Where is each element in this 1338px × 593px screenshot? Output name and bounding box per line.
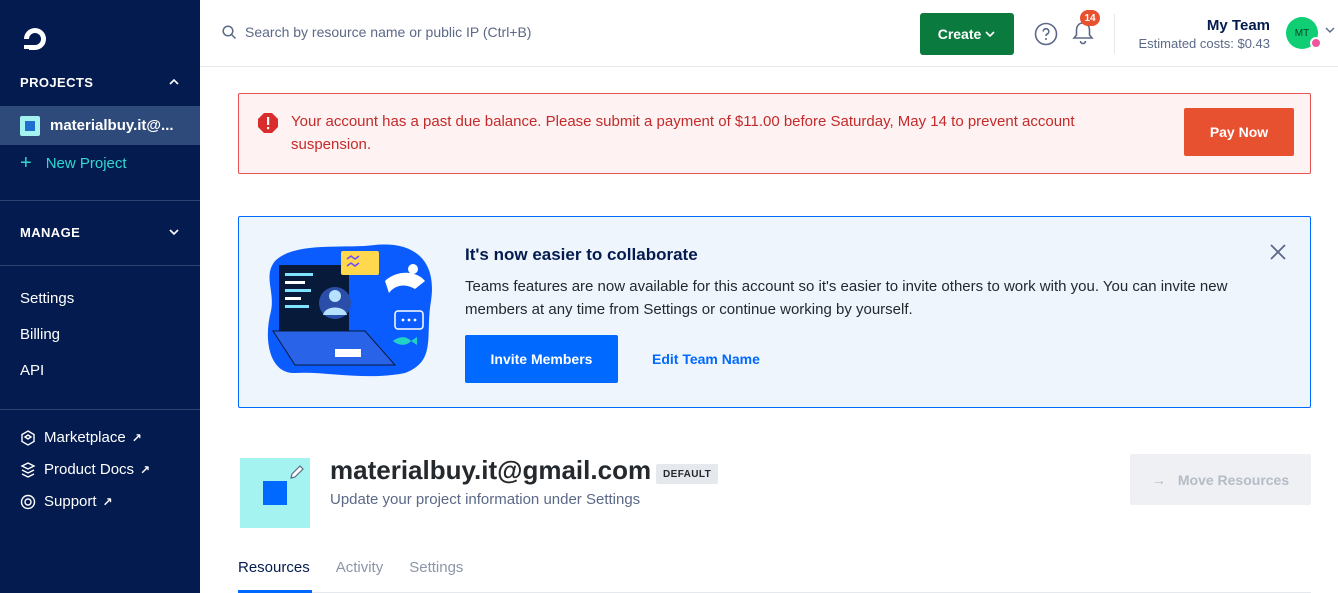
sidebar-item-support[interactable]: Support ↗: [20, 493, 113, 510]
default-badge: DEFAULT: [656, 464, 719, 484]
new-project-link[interactable]: + New Project: [20, 152, 127, 174]
active-project-label: materialbuy.it@...: [50, 117, 174, 134]
past-due-alert: Your account has a past due balance. Ple…: [238, 93, 1311, 174]
create-label: Create: [937, 26, 982, 42]
search-icon: [222, 24, 237, 39]
collaborate-body: Teams features are now available for thi…: [465, 278, 1228, 318]
external-link-icon: ↗: [102, 494, 113, 509]
sidebar-item-active-project[interactable]: materialbuy.it@...: [0, 106, 200, 145]
team-name: My Team: [1206, 17, 1270, 34]
product-docs-label: Product Docs: [44, 461, 135, 478]
project-thumbnail[interactable]: [240, 458, 310, 528]
sidebar-item-settings[interactable]: Settings: [20, 290, 74, 307]
projects-section-header[interactable]: PROJECTS: [0, 68, 200, 96]
projects-heading: PROJECTS: [20, 74, 94, 90]
search-placeholder: Search by resource name or public IP (Ct…: [245, 24, 532, 40]
tab-resources[interactable]: Resources: [238, 559, 310, 576]
move-resources-label: Move Resources: [1177, 471, 1290, 488]
create-button[interactable]: Create: [920, 13, 1014, 55]
sidebar-divider: [0, 265, 200, 266]
search-input[interactable]: Search by resource name or public IP (Ct…: [222, 24, 531, 40]
sidebar-item-api[interactable]: API: [20, 362, 44, 379]
move-resources-button[interactable]: → Move Resources: [1130, 454, 1311, 505]
sidebar-divider: [0, 200, 200, 201]
team-laptop-illustration-icon: [267, 244, 432, 377]
sidebar-item-marketplace[interactable]: Marketplace ↗: [20, 429, 142, 446]
pay-now-button[interactable]: Pay Now: [1184, 108, 1294, 156]
top-bar: Search by resource name or public IP (Ct…: [200, 0, 1338, 67]
sidebar-item-product-docs[interactable]: Product Docs ↗: [20, 461, 150, 478]
project-subtitle: Update your project information under Se…: [330, 491, 641, 508]
project-title: materialbuy.it@gmail.com: [330, 455, 652, 485]
invite-members-button[interactable]: Invite Members: [465, 335, 618, 383]
collaborate-title: It's now easier to collaborate: [465, 245, 698, 264]
notification-count-badge: 14: [1080, 10, 1100, 26]
new-project-label: New Project: [45, 154, 127, 172]
arrow-right-icon: →: [1151, 471, 1166, 488]
external-link-icon: ↗: [131, 430, 142, 445]
project-tabs: Resources Activity Settings: [238, 559, 463, 576]
chevron-down-icon: [169, 229, 179, 236]
plus-icon: +: [20, 152, 32, 174]
marketplace-label: Marketplace: [44, 429, 126, 446]
topbar-divider: [1114, 14, 1115, 54]
chevron-up-icon: [169, 78, 179, 85]
edit-team-name-link[interactable]: Edit Team Name: [652, 351, 760, 367]
tab-activity[interactable]: Activity: [336, 559, 384, 576]
team-switcher[interactable]: My Team Estimated costs: $0.43: [1138, 17, 1270, 51]
tab-settings[interactable]: Settings: [409, 559, 463, 576]
error-octagon-icon: [258, 113, 278, 133]
support-label: Support: [44, 493, 97, 510]
alert-message: Your account has a past due balance. Ple…: [291, 113, 1075, 153]
project-square-icon: [263, 481, 287, 505]
marketplace-icon: [21, 429, 35, 446]
chevron-down-icon: [985, 31, 995, 38]
close-icon[interactable]: [1269, 243, 1287, 261]
project-icon: [20, 115, 40, 136]
app-root: PROJECTS materialbuy.it@... + New Projec…: [0, 0, 1338, 593]
support-icon: [20, 494, 36, 509]
sidebar: PROJECTS materialbuy.it@... + New Projec…: [0, 0, 200, 593]
collaborate-card: It's now easier to collaborate Teams fea…: [238, 216, 1311, 408]
estimated-costs: Estimated costs: $0.43: [1138, 36, 1270, 51]
chevron-down-icon[interactable]: [1324, 24, 1336, 36]
sidebar-divider: [0, 409, 200, 410]
avatar-status-dot: [1310, 37, 1322, 49]
help-icon[interactable]: [1034, 22, 1058, 46]
sidebar-item-billing[interactable]: Billing: [20, 326, 60, 343]
digitalocean-logo-icon[interactable]: [20, 24, 50, 54]
docs-icon: [20, 461, 36, 478]
external-link-icon: ↗: [140, 462, 151, 477]
pencil-icon[interactable]: [288, 463, 306, 481]
manage-section-header[interactable]: MANAGE: [0, 218, 200, 246]
manage-heading: MANAGE: [20, 224, 81, 240]
